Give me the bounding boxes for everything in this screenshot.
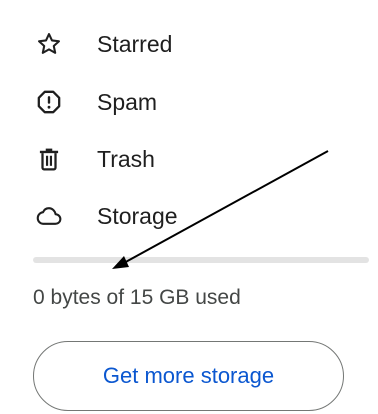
storage-usage-bar <box>33 257 369 263</box>
get-more-storage-button[interactable]: Get more storage <box>33 341 344 411</box>
nav-item-trash[interactable]: Trash <box>0 133 378 183</box>
star-icon <box>36 31 62 57</box>
nav-item-spam[interactable]: Spam <box>0 76 378 126</box>
spam-icon <box>36 89 62 115</box>
trash-icon <box>36 146 62 172</box>
nav-item-storage[interactable]: Storage <box>0 190 378 240</box>
nav-item-label: Spam <box>97 89 158 115</box>
nav-item-label: Storage <box>97 203 178 229</box>
storage-usage-text: 0 bytes of 15 GB used <box>33 286 241 309</box>
cloud-icon <box>36 203 62 229</box>
nav-item-label: Starred <box>97 31 173 57</box>
nav-item-label: Trash <box>97 146 155 172</box>
nav-item-starred[interactable]: Starred <box>0 18 378 68</box>
